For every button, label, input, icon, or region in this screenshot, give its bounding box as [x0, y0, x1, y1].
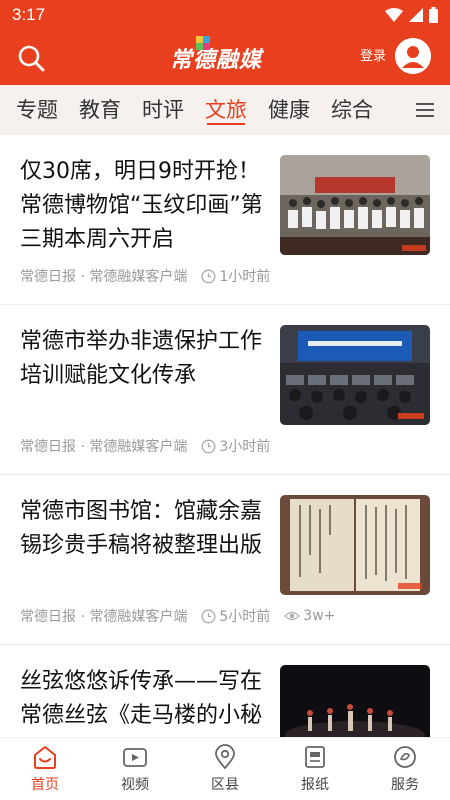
nav-label: 视频: [121, 777, 149, 793]
clock-icon: [201, 609, 216, 623]
menu-icon[interactable]: [416, 102, 434, 118]
user-avatar-icon: [395, 38, 431, 74]
bottom-navigation: 首页 视频 区县 报纸 服务: [0, 737, 450, 800]
app-logo: 常德融媒: [170, 36, 280, 78]
news-item[interactable]: 仅30席，明日9时开抢！常德博物馆“玉纹印画”第三期本周六开启 常德日报 · 常…: [0, 135, 450, 305]
tab-commentary[interactable]: 时评: [142, 85, 184, 135]
wifi-icon: [385, 8, 403, 22]
status-time: 3:17: [12, 5, 46, 24]
news-time: 5小时前: [201, 606, 270, 626]
nav-label: 服务: [391, 777, 419, 793]
login-link[interactable]: 登录: [360, 45, 386, 64]
nav-service[interactable]: 服务: [360, 738, 450, 800]
logo-mark-icon: [196, 36, 210, 50]
status-bar: 3:17: [0, 0, 450, 30]
news-source: 常德日报 · 常德融媒客户端: [20, 439, 188, 455]
eye-icon: [284, 611, 301, 621]
news-title[interactable]: 仅30席，明日9时开抢！常德博物馆“玉纹印画”第三期本周六开启: [20, 155, 270, 257]
nav-home[interactable]: 首页: [0, 738, 90, 800]
news-source: 常德日报 · 常德融媒客户端: [20, 269, 188, 285]
news-time: 1小时前: [201, 266, 270, 286]
nav-newspaper[interactable]: 报纸: [270, 738, 360, 800]
nav-label: 首页: [31, 777, 59, 793]
search-icon: [18, 45, 45, 72]
home-icon: [34, 745, 56, 769]
nav-video[interactable]: 视频: [90, 738, 180, 800]
avatar[interactable]: [395, 38, 431, 74]
nav-district[interactable]: 区县: [180, 738, 270, 800]
tab-education[interactable]: 教育: [79, 85, 121, 135]
tab-topics[interactable]: 专题: [16, 85, 58, 135]
clock-icon: [201, 269, 216, 283]
status-icons: [385, 7, 438, 23]
stage-performance-thumbnail: [280, 665, 430, 737]
conference-room-thumbnail: [280, 325, 430, 425]
group-photo-thumbnail: [280, 155, 430, 255]
news-feed[interactable]: 仅30席，明日9时开抢！常德博物馆“玉纹印画”第三期本周六开启 常德日报 · 常…: [0, 135, 450, 737]
news-item[interactable]: 常德市举办非遗保护工作培训赋能文化传承 常德日报 · 常德融媒客户端 3小时前: [0, 305, 450, 475]
category-tabbar: 专题 教育 时评 文旅 健康 综合: [0, 85, 450, 135]
news-title[interactable]: 丝弦悠悠诉传承——写在常德丝弦《走马楼的小秘: [20, 665, 270, 733]
search-button[interactable]: [16, 43, 46, 73]
news-time-text: 1小时前: [219, 269, 271, 285]
signal-icon: [409, 8, 423, 22]
news-title[interactable]: 常德市举办非遗保护工作培训赋能文化传承: [20, 325, 270, 393]
news-thumbnail[interactable]: [280, 155, 430, 255]
news-time-text: 3小时前: [219, 439, 271, 455]
logo-text: 常德融媒: [170, 48, 263, 73]
location-icon: [215, 744, 235, 770]
service-icon: [394, 746, 416, 768]
news-source: 常德日报 · 常德融媒客户端: [20, 609, 188, 625]
newspaper-icon: [305, 746, 325, 768]
tab-culture-tourism[interactable]: 文旅: [205, 85, 247, 135]
news-views: 3w+: [284, 608, 335, 624]
manuscript-thumbnail: [280, 495, 430, 595]
news-meta: 常德日报 · 常德融媒客户端 5小时前 3w+: [20, 606, 335, 626]
video-icon: [123, 748, 147, 767]
news-title[interactable]: 常德市图书馆：馆藏余嘉锡珍贵手稿将被整理出版: [20, 495, 270, 563]
tab-health[interactable]: 健康: [268, 85, 310, 135]
news-thumbnail[interactable]: [280, 665, 430, 737]
news-thumbnail[interactable]: [280, 495, 430, 595]
battery-icon: [429, 7, 438, 23]
news-meta: 常德日报 · 常德融媒客户端 1小时前: [20, 266, 284, 286]
tab-general[interactable]: 综合: [331, 85, 373, 135]
nav-label: 区县: [211, 777, 239, 793]
news-item[interactable]: 常德市图书馆：馆藏余嘉锡珍贵手稿将被整理出版 常德日报 · 常德融媒客户端 5小…: [0, 475, 450, 645]
clock-icon: [201, 439, 216, 453]
news-item[interactable]: 丝弦悠悠诉传承——写在常德丝弦《走马楼的小秘: [0, 645, 450, 737]
news-time: 3小时前: [201, 436, 270, 456]
news-views-text: 3w+: [303, 608, 336, 624]
nav-label: 报纸: [301, 777, 329, 793]
app-header: 常德融媒 登录: [0, 30, 450, 85]
news-time-text: 5小时前: [219, 609, 271, 625]
news-meta: 常德日报 · 常德融媒客户端 3小时前: [20, 436, 284, 456]
news-thumbnail[interactable]: [280, 325, 430, 425]
